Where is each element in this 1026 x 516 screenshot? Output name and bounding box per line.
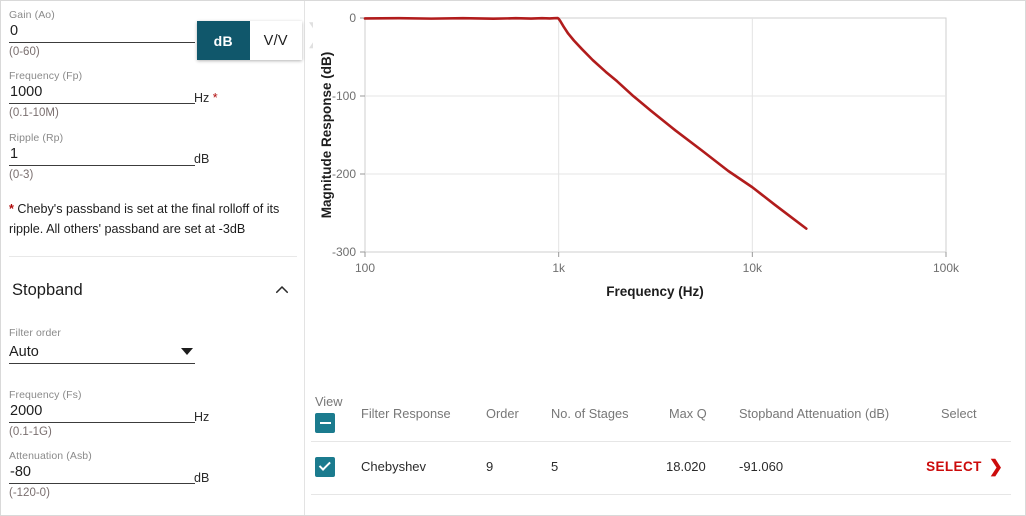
field-gain-label: Gain (Ao) [9,9,55,21]
chevron-down-icon[interactable] [181,348,193,355]
field-gain: Gain (Ao) (0-60) [9,9,195,60]
table-header-view: View [315,394,343,409]
field-attenuation-asb: Attenuation (Asb) (-120-0) [9,450,195,501]
field-frequency-fs-hint: (0.1-1G) [9,426,52,438]
field-attenuation-asb-label: Attenuation (Asb) [9,450,92,462]
y-tick-label: -200 [332,167,356,181]
unit-toggle-db-button[interactable]: dB [197,21,250,60]
check-icon [318,458,331,471]
cell-max-q: 18.020 [666,459,706,474]
field-frequency-fp-input[interactable] [9,83,195,104]
field-attenuation-asb-hint: (-120-0) [9,487,50,499]
table-header-max-q: Max Q [669,406,707,421]
x-tick-label: 1k [552,261,566,275]
field-attenuation-asb-input[interactable] [9,463,195,484]
x-axis-ticks: 100 1k 10k 100k [355,252,960,275]
filter-designer-app: Gain (Ao) (0-60) Frequency (Fp) (0.1-10M… [0,0,1026,516]
field-ripple-rp-label: Ripple (Rp) [9,132,64,144]
filter-order-value: Auto [9,343,39,360]
y-tick-label: -300 [332,245,356,259]
chart-svg: 0 -100 -200 -300 100 1k 10k 100k Magnitude Res… [319,11,960,299]
table-row[interactable]: Chebyshev 9 5 18.020 -91.060 SELECT ❯ [311,442,1011,495]
stopband-title: Stopband [12,281,83,299]
chevron-right-icon: ❯ [988,457,1003,476]
field-frequency-fp-hint: (0.1-10M) [9,107,59,119]
parameters-sidebar: Gain (Ao) (0-60) Frequency (Fp) (0.1-10M… [1,1,305,515]
filter-order-label: Filter order [9,327,61,339]
y-axis-label: Magnitude Response (dB) [319,52,334,219]
required-star-icon: * [209,91,218,105]
unit-toggle-vv-button[interactable]: V/V [249,21,302,60]
row-checkbox[interactable] [315,457,335,477]
filter-order-select[interactable]: Auto [9,340,195,364]
minus-icon [319,421,331,425]
field-frequency-fp-label: Frequency (Fp) [9,70,83,82]
table-header-stopband-attenuation: Stopband Attenuation (dB) [739,406,890,421]
cell-filter-response: Chebyshev [361,459,427,474]
field-frequency-fp: Frequency (Fp) (0.1-10M) [9,70,195,121]
x-tick-label: 100 [355,261,375,275]
cell-order: 9 [486,459,494,474]
stopband-section-header[interactable]: Stopband [1,271,305,309]
select-all-checkbox[interactable] [315,413,335,433]
filter-order-field: Filter order Auto [9,327,195,364]
field-frequency-fp-unit: Hz * [194,91,218,105]
x-tick-label: 10k [743,261,763,275]
field-frequency-fs: Frequency (Fs) (0.1-1G) [9,389,195,440]
field-attenuation-asb-unit: dB [194,471,210,485]
field-frequency-fs-unit: Hz [194,410,210,424]
plot-area [364,17,947,253]
field-frequency-fs-label: Frequency (Fs) [9,389,82,401]
x-axis-label: Frequency (Hz) [606,284,704,299]
select-label: SELECT [926,459,982,474]
chevron-up-icon[interactable] [273,281,291,299]
footnote-text: Cheby's passband is set at the final rol… [9,202,280,236]
y-axis-ticks: 0 -100 -200 -300 [332,11,365,259]
select-row-button[interactable]: SELECT ❯ [926,458,1003,475]
field-gain-input[interactable] [9,22,195,43]
cell-stopband-attenuation: -91.060 [739,459,784,474]
table-header-stages: No. of Stages [551,406,629,421]
x-tick-label: 100k [933,261,960,275]
table-header-order: Order [486,406,519,421]
table-header-filter-response: Filter Response [361,406,451,421]
unit-toggle-group[interactable]: dB V/V [197,21,302,60]
field-ripple-rp-input[interactable] [9,145,195,166]
y-tick-label: 0 [349,11,356,25]
table-header-select: Select [941,406,977,421]
y-tick-label: -100 [332,89,356,103]
passband-footnote: * Cheby's passband is set at the final r… [9,199,301,239]
sidebar-divider [9,256,297,257]
magnitude-response-chart: 0 -100 -200 -300 100 1k 10k 100k Magnitude Res… [313,1,1025,319]
unit-text: Hz [194,91,210,105]
field-ripple-rp: Ripple (Rp) (0-3) [9,132,195,183]
table-header-row: View Filter Response Order No. of Stages… [311,386,1011,442]
cell-stages: 5 [551,459,559,474]
field-ripple-rp-unit: dB [194,152,210,166]
field-gain-hint: (0-60) [9,46,40,58]
filter-results-table: View Filter Response Order No. of Stages… [311,386,1011,495]
field-frequency-fs-input[interactable] [9,402,195,423]
field-ripple-rp-hint: (0-3) [9,169,34,181]
